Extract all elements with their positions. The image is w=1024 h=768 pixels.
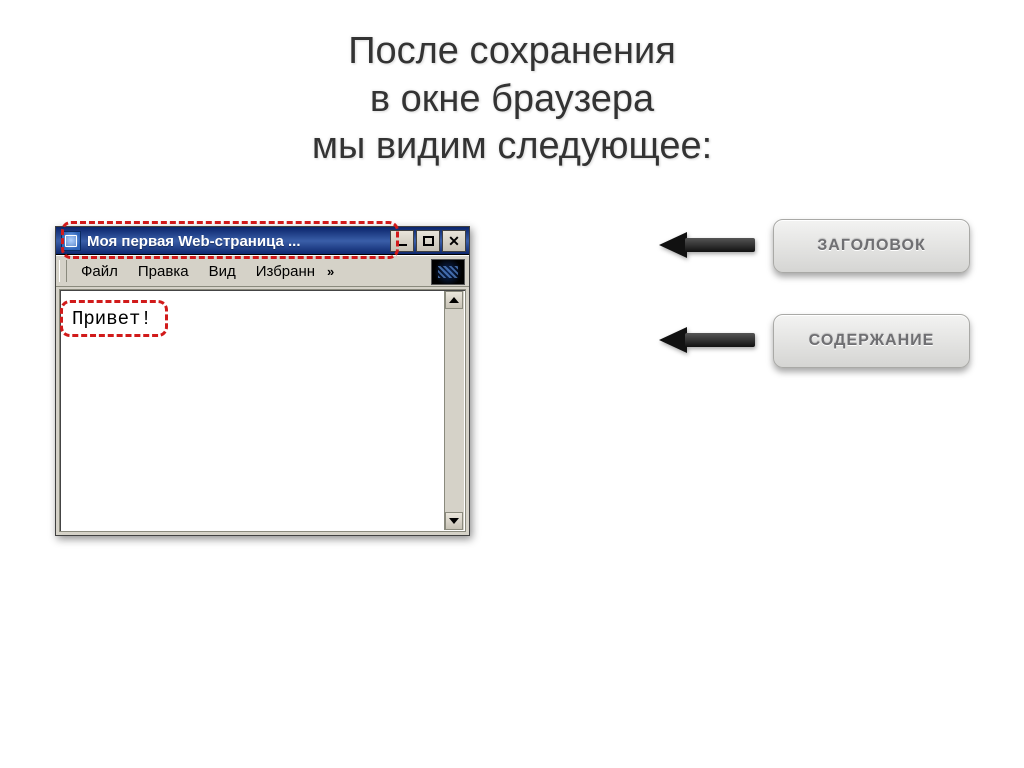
menu-view[interactable]: Вид [199, 260, 246, 283]
browser-window: Моя первая Web-страница ... Файл Правка … [55, 226, 470, 536]
arrow-shaft [685, 333, 755, 347]
maximize-button[interactable] [416, 230, 440, 252]
label-pill-content: Содержание [773, 314, 970, 368]
heading-line-2: в окне браузера [370, 78, 654, 120]
window-buttons [390, 230, 469, 252]
heading-line-3: мы видим следующее: [312, 125, 712, 167]
throbber-icon [431, 259, 465, 285]
minimize-button[interactable] [390, 230, 414, 252]
menu-overflow[interactable]: » [327, 264, 334, 279]
scroll-down-button[interactable] [445, 512, 463, 530]
close-button[interactable] [442, 230, 466, 252]
menu-favorites[interactable]: Избранн [246, 260, 325, 283]
browser-content: Привет! [59, 289, 466, 532]
titlebar: Моя первая Web-страница ... [56, 227, 469, 255]
arrow-left-icon [659, 327, 687, 353]
ie-page-icon [61, 231, 81, 251]
menu-file[interactable]: Файл [71, 260, 128, 283]
heading-line-1: После сохранения [348, 30, 676, 72]
window-title: Моя первая Web-страница ... [87, 233, 390, 250]
label-title-text: Заголовок [817, 237, 926, 255]
menu-edit[interactable]: Правка [128, 260, 199, 283]
label-content-text: Содержание [809, 332, 935, 350]
arrow-to-content [659, 327, 755, 353]
label-pill-title: Заголовок [773, 219, 970, 273]
arrow-shaft [685, 238, 755, 252]
vertical-scrollbar[interactable] [444, 291, 464, 530]
arrow-left-icon [659, 232, 687, 258]
scroll-up-button[interactable] [445, 291, 463, 309]
menubar: Файл Правка Вид Избранн » [56, 255, 469, 287]
slide-heading: После сохранения в окне браузера мы види… [0, 28, 1024, 171]
page-body-text: Привет! [72, 308, 152, 330]
arrow-to-title [659, 232, 755, 258]
toolbar-grip [59, 260, 67, 282]
